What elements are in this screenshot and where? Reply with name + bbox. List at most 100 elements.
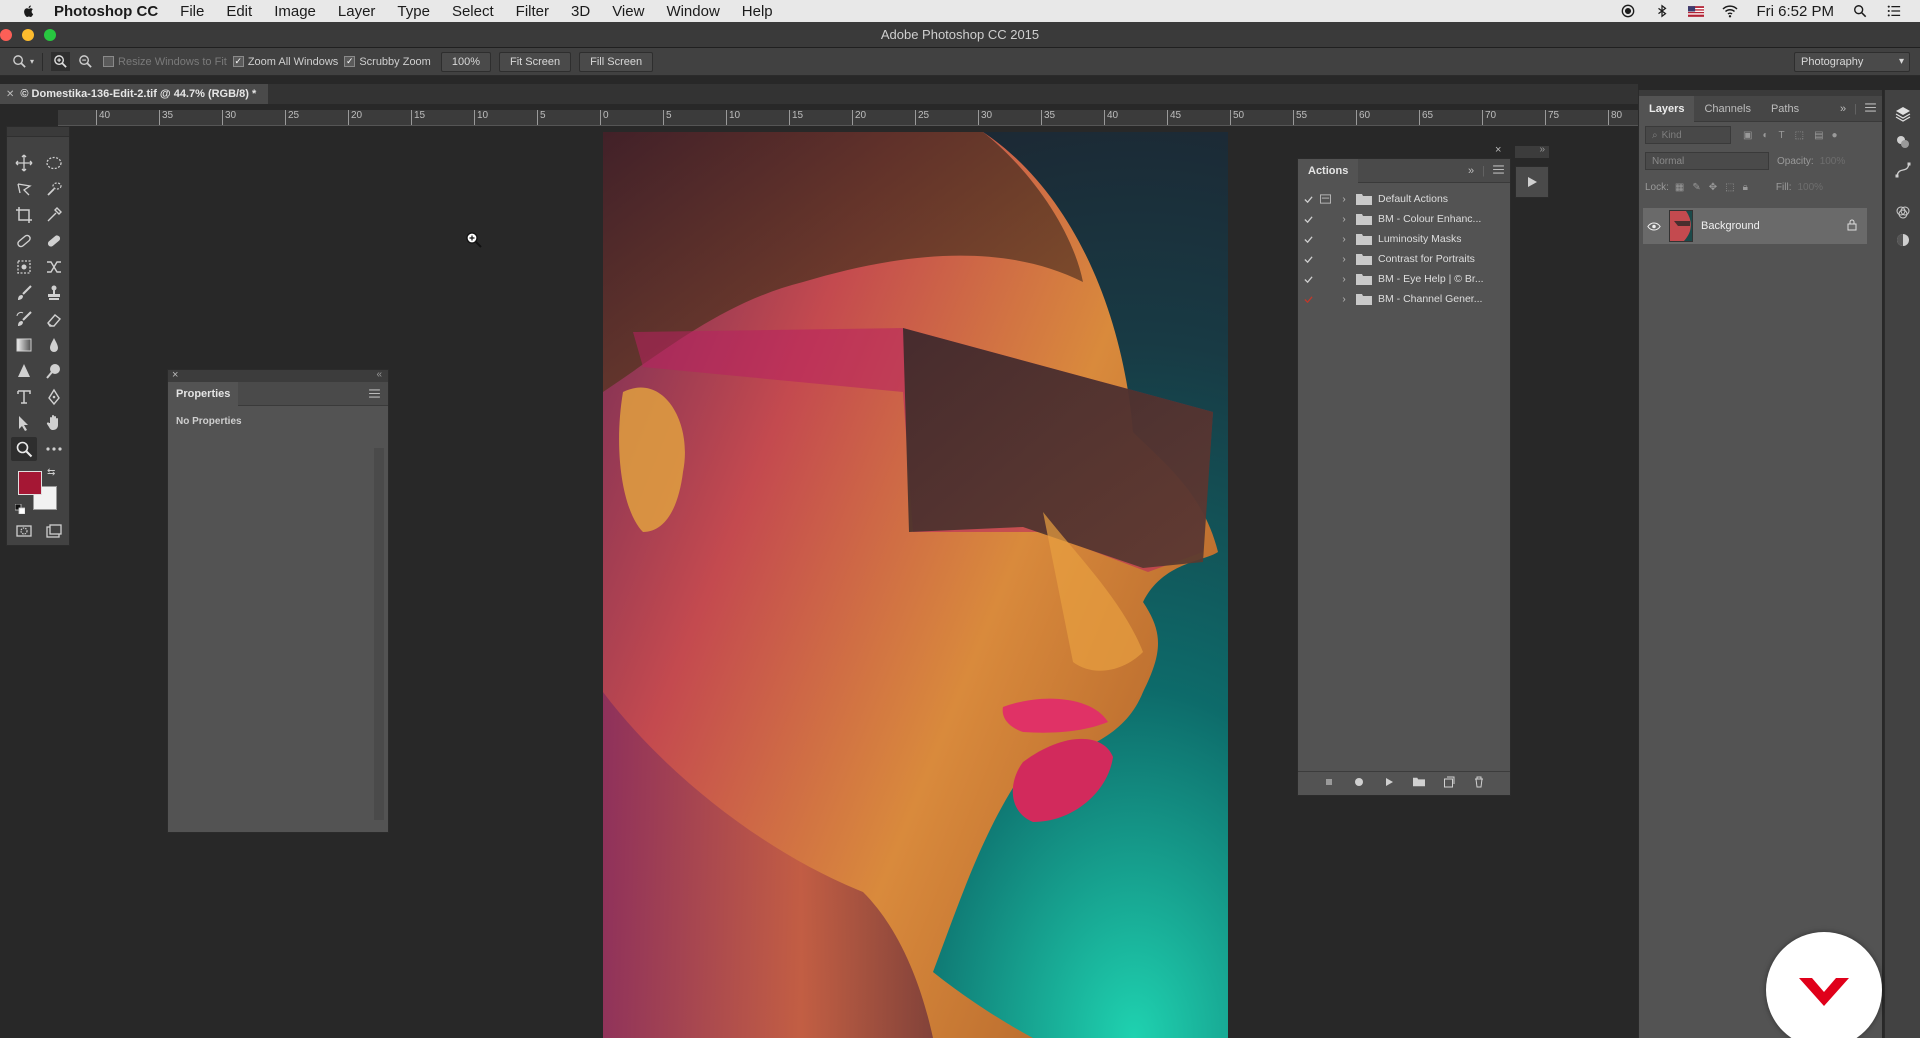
zoom-window-button[interactable] — [44, 29, 56, 41]
new-action-icon[interactable] — [1443, 775, 1455, 793]
dialog-toggle-icon[interactable] — [1318, 213, 1332, 225]
move-tool-icon[interactable] — [11, 151, 37, 175]
trash-icon[interactable] — [1473, 775, 1485, 793]
gradient-tool-icon[interactable] — [11, 333, 37, 357]
zoom-tool-icon[interactable] — [11, 437, 37, 461]
blend-mode-select[interactable]: Normal — [1645, 152, 1769, 170]
tab-layers[interactable]: Layers — [1639, 95, 1695, 122]
layer-kind-filter[interactable]: ⌕ Kind — [1645, 126, 1731, 144]
menu-view[interactable]: View — [612, 3, 644, 20]
toggle-checkmark-icon[interactable] — [1298, 295, 1318, 304]
toggle-checkmark-icon[interactable] — [1298, 235, 1318, 244]
chevron-right-icon[interactable]: › — [1338, 214, 1350, 225]
panel-menu-icon[interactable] — [369, 385, 380, 403]
collapse-panel-icon[interactable]: « — [376, 369, 382, 380]
collapse-panel-icon[interactable]: » — [1840, 103, 1846, 115]
close-panel-icon[interactable]: × — [1495, 144, 1501, 156]
sharpen-tool-icon[interactable] — [11, 359, 37, 383]
toggle-checkmark-icon[interactable] — [1298, 275, 1318, 284]
lasso-tool-icon[interactable] — [11, 177, 37, 201]
close-window-button[interactable] — [0, 29, 12, 41]
eyedropper-tool-icon[interactable] — [41, 203, 67, 227]
default-colors-icon[interactable] — [14, 501, 26, 515]
patch-tool-icon[interactable] — [41, 229, 67, 253]
new-set-folder-icon[interactable] — [1413, 775, 1425, 793]
chevron-right-icon[interactable]: › — [1338, 254, 1350, 265]
properties-panel-strip[interactable]: × « — [168, 369, 388, 382]
dialog-toggle-icon[interactable] — [1318, 253, 1332, 265]
resize-windows-checkbox[interactable]: Resize Windows to Fit — [103, 56, 227, 68]
action-set-row[interactable]: › Default Actions — [1298, 189, 1510, 209]
adjustments-panel-icon[interactable] — [1885, 128, 1920, 156]
healing-brush-tool-icon[interactable] — [11, 229, 37, 253]
action-set-row[interactable]: › BM - Colour Enhanc... — [1298, 209, 1510, 229]
toggle-checkmark-icon[interactable] — [1298, 255, 1318, 264]
menu-filter[interactable]: Filter — [516, 3, 549, 20]
tab-properties[interactable]: Properties — [168, 381, 239, 406]
tab-channels[interactable]: Channels — [1694, 96, 1760, 122]
zoom-in-icon[interactable] — [51, 52, 71, 71]
collapse-panel-icon[interactable]: » — [1468, 165, 1474, 177]
dodge-tool-icon[interactable] — [41, 359, 67, 383]
action-set-row[interactable]: › BM - Channel Gener... — [1298, 289, 1510, 309]
lock-all-icon[interactable]: 🔒︎ — [1743, 182, 1748, 193]
brush-tool-icon[interactable] — [11, 281, 37, 305]
pen-tool-icon[interactable] — [41, 385, 67, 409]
play-action-button[interactable] — [1515, 166, 1549, 198]
menu-edit[interactable]: Edit — [226, 3, 252, 20]
hand-tool-icon[interactable] — [41, 411, 67, 435]
chevron-right-icon[interactable]: › — [1338, 234, 1350, 245]
menu-image[interactable]: Image — [274, 3, 316, 20]
lock-image-icon[interactable]: ✎ — [1692, 182, 1700, 193]
quick-selection-tool-icon[interactable] — [41, 177, 67, 201]
zoom-tool-preset-icon[interactable]: ▾ — [12, 54, 34, 69]
dialog-toggle-icon[interactable] — [1318, 273, 1332, 285]
play-icon[interactable] — [1383, 775, 1395, 793]
close-document-icon[interactable]: ✕ — [6, 89, 14, 100]
dialog-toggle-icon[interactable] — [1318, 193, 1332, 205]
marquee-tool-icon[interactable] — [41, 151, 67, 175]
more-tools-icon[interactable] — [41, 437, 67, 461]
foreground-color-swatch[interactable] — [18, 471, 42, 495]
swap-colors-icon[interactable]: ⇆ — [47, 467, 55, 478]
collapse-panel-icon[interactable]: » — [1539, 144, 1545, 155]
dialog-toggle-icon[interactable] — [1318, 233, 1332, 245]
eraser-tool-icon[interactable] — [41, 307, 67, 331]
record-icon[interactable] — [1353, 775, 1365, 793]
document-tab[interactable]: ✕ © Domestika-136-Edit-2.tif @ 44.7% (RG… — [0, 84, 269, 104]
flag-icon[interactable] — [1688, 3, 1705, 19]
wifi-icon[interactable] — [1722, 3, 1738, 19]
bluetooth-icon[interactable] — [1654, 3, 1670, 19]
action-set-row[interactable]: › Contrast for Portraits — [1298, 249, 1510, 269]
spotlight-search-icon[interactable] — [1852, 3, 1868, 19]
menu-bar-clock[interactable]: Fri 6:52 PM — [1756, 3, 1834, 20]
actions-panel-strip[interactable]: × » — [1495, 144, 1549, 158]
panel-menu-icon[interactable] — [1493, 164, 1504, 177]
clone-stamp-tool-icon[interactable] — [41, 281, 67, 305]
filter-shape-icon[interactable]: ⬚ — [1795, 130, 1804, 141]
zoom-100-button[interactable]: 100% — [440, 51, 491, 72]
menu-window[interactable]: Window — [666, 3, 719, 20]
paths-panel-icon[interactable] — [1885, 156, 1920, 184]
filter-adjustment-icon[interactable]: ◐ — [1762, 130, 1768, 141]
filter-pixel-icon[interactable]: ▣ — [1743, 130, 1752, 141]
menu-help[interactable]: Help — [742, 3, 773, 20]
minimize-window-button[interactable] — [22, 29, 34, 41]
record-icon[interactable] — [1620, 3, 1636, 19]
chevron-right-icon[interactable]: › — [1338, 274, 1350, 285]
properties-scrollbar[interactable] — [374, 448, 384, 820]
app-menu[interactable]: Photoshop CC — [54, 3, 158, 20]
stop-icon[interactable] — [1323, 775, 1335, 793]
menu-file[interactable]: File — [180, 3, 204, 20]
channels-panel-icon[interactable] — [1885, 198, 1920, 226]
layers-panel-icon[interactable] — [1885, 100, 1920, 128]
close-panel-icon[interactable]: × — [172, 369, 178, 381]
filter-toggle-icon[interactable]: ● — [1832, 130, 1838, 141]
type-tool-icon[interactable] — [11, 385, 37, 409]
quick-mask-icon[interactable] — [11, 519, 37, 543]
history-brush-tool-icon[interactable] — [11, 307, 37, 331]
tab-actions[interactable]: Actions — [1298, 158, 1359, 183]
action-set-row[interactable]: › BM - Eye Help | © Br... — [1298, 269, 1510, 289]
content-aware-move-icon[interactable] — [11, 255, 37, 279]
filter-type-icon[interactable]: T — [1779, 130, 1785, 141]
